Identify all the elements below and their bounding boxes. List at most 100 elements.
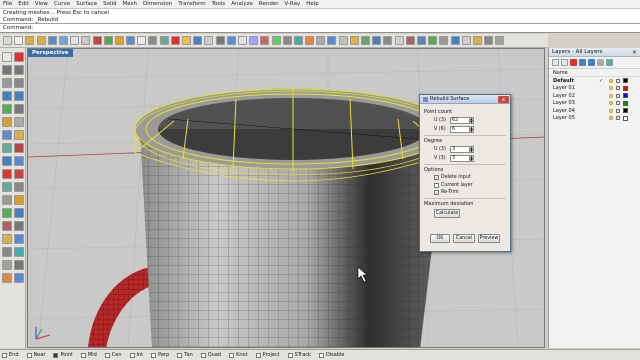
layer-color-swatch[interactable] — [623, 108, 628, 114]
v-degree-input[interactable]: 3 — [450, 155, 470, 162]
zoom-selected-icon[interactable] — [182, 36, 191, 45]
osnap-disable[interactable]: Disable — [318, 352, 345, 358]
menu-item-view[interactable]: View — [35, 1, 48, 7]
tools-icon[interactable] — [606, 59, 613, 66]
lightbulb-icon[interactable] — [609, 108, 613, 113]
layer-color-swatch[interactable] — [623, 115, 628, 121]
line-icon[interactable] — [2, 65, 12, 75]
xray-icon[interactable] — [361, 36, 370, 45]
fillet-curve-icon[interactable] — [14, 117, 24, 127]
revolve-icon[interactable] — [14, 143, 24, 153]
move-up-icon[interactable] — [579, 59, 586, 66]
polyline-icon[interactable] — [14, 65, 24, 75]
layer-row[interactable]: Layer 04 — [549, 107, 640, 115]
paste-icon[interactable] — [92, 36, 102, 45]
osnap-cen[interactable]: Cen — [104, 352, 122, 358]
close-icon[interactable]: x — [498, 96, 509, 103]
checkbox[interactable] — [318, 352, 324, 358]
lock-icon[interactable] — [616, 116, 620, 121]
layer-name[interactable]: Layer 03 — [553, 100, 599, 106]
properties-icon[interactable] — [260, 36, 270, 45]
save-icon[interactable] — [25, 36, 35, 45]
preview-button[interactable]: Preview — [478, 234, 500, 243]
planar-icon[interactable] — [293, 36, 303, 45]
move-down-icon[interactable] — [588, 59, 595, 66]
menu-item-curve[interactable]: Curve — [54, 1, 70, 7]
v-degree-spinner[interactable]: ▲ ▼ — [470, 155, 474, 162]
layer-color-swatch[interactable] — [623, 93, 628, 99]
menu-item-file[interactable]: File — [3, 1, 12, 7]
ortho-icon[interactable] — [282, 36, 292, 45]
cut-icon[interactable] — [70, 36, 80, 45]
render-preview-icon[interactable] — [14, 273, 24, 283]
zoom-extents-icon[interactable] — [170, 36, 180, 45]
retrim-checkbox[interactable]: ✓ Re-Trim — [434, 190, 506, 196]
menu-item-dimension[interactable]: Dimension — [143, 1, 172, 7]
lightbulb-icon[interactable] — [609, 78, 613, 83]
cylinder-icon[interactable] — [2, 169, 12, 179]
menu-item-surface[interactable]: Surface — [76, 1, 97, 7]
move-icon[interactable] — [14, 195, 24, 205]
layer-color-swatch[interactable] — [623, 78, 628, 84]
checkbox[interactable] — [104, 352, 110, 358]
help-icon[interactable] — [416, 36, 426, 45]
surface-icon[interactable] — [2, 130, 12, 140]
lock-icon[interactable] — [616, 93, 620, 98]
lock-icon[interactable] — [616, 108, 620, 113]
lightbulb-icon[interactable] — [609, 116, 613, 121]
lightbulb-icon[interactable] — [609, 86, 613, 91]
export-icon[interactable] — [58, 36, 68, 45]
rectangle-icon[interactable] — [2, 104, 12, 114]
materials-icon[interactable] — [394, 36, 404, 45]
sphere-icon[interactable] — [14, 156, 24, 166]
lights-icon[interactable] — [383, 36, 393, 45]
explode-icon[interactable] — [2, 247, 12, 257]
checkbox[interactable] — [200, 352, 206, 358]
osnap-int[interactable]: Int — [129, 352, 143, 358]
group-icon[interactable] — [14, 260, 24, 270]
delete-input-checkbox[interactable]: ✓ Delete input — [434, 175, 506, 181]
dimension-icon[interactable] — [2, 195, 12, 205]
delete-layer-icon[interactable] — [570, 59, 577, 66]
checkbox-unchecked[interactable] — [434, 182, 439, 188]
checkbox[interactable] — [129, 352, 135, 358]
checkbox[interactable] — [287, 352, 293, 358]
osnap-strack[interactable]: STrack — [287, 352, 311, 358]
trim-icon[interactable] — [14, 247, 24, 257]
lock-icon[interactable] — [484, 36, 494, 45]
zoom-window-icon[interactable] — [159, 36, 169, 45]
viewport-title[interactable]: Perspective — [28, 49, 73, 57]
point-icon[interactable] — [14, 52, 24, 62]
checkbox[interactable] — [26, 352, 32, 358]
scale-icon[interactable] — [2, 221, 12, 231]
checkbox[interactable] — [2, 352, 7, 358]
lightbulb-icon[interactable] — [609, 101, 613, 106]
osnap-end[interactable]: End — [2, 352, 19, 358]
u-points-input[interactable]: 62 — [450, 117, 470, 124]
layer-row[interactable]: Layer 05 — [549, 115, 640, 123]
new-layer-icon[interactable] — [552, 59, 559, 66]
lock-icon[interactable] — [616, 78, 620, 83]
viewport-layout-icon[interactable] — [204, 36, 214, 45]
new-file-icon[interactable] — [3, 36, 12, 45]
filter-icon[interactable] — [597, 59, 604, 66]
circle-icon[interactable] — [2, 91, 12, 101]
copy-icon[interactable] — [81, 36, 91, 45]
select-icon[interactable] — [237, 36, 247, 45]
points-on-icon[interactable] — [215, 36, 225, 45]
render-icon[interactable] — [316, 36, 326, 45]
ghosted-icon[interactable] — [349, 36, 359, 45]
command-input[interactable] — [36, 24, 637, 32]
boolean-icon[interactable] — [14, 169, 24, 179]
pan-icon[interactable] — [126, 36, 136, 45]
checkbox[interactable] — [151, 352, 157, 358]
layer-color-swatch[interactable] — [623, 100, 628, 106]
osnap-near[interactable]: Near — [26, 352, 45, 358]
menu-item-analyze[interactable]: Analyze — [231, 1, 253, 7]
options-icon[interactable] — [405, 36, 415, 45]
undo-icon[interactable] — [103, 36, 113, 45]
u-degree-spinner[interactable]: ▲ ▼ — [470, 146, 474, 153]
lightbulb-icon[interactable] — [609, 93, 613, 98]
checkbox[interactable] — [255, 352, 261, 358]
mesh-icon[interactable] — [2, 182, 12, 192]
